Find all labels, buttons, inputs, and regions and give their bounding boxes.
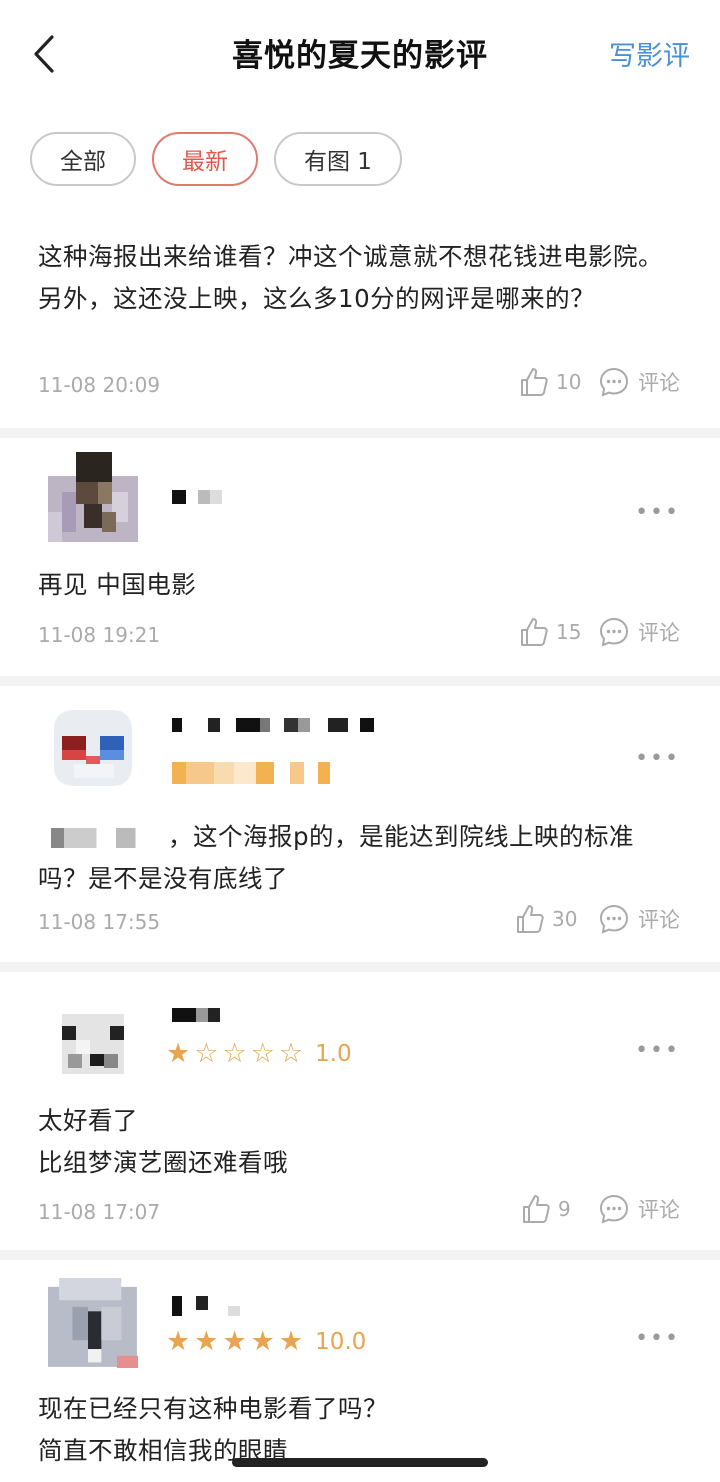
rating-value: 10.0 xyxy=(315,1328,367,1355)
top-nav-bar: 喜悦的夏天的影评 写影评 xyxy=(0,0,720,108)
review-card: ★ ☆ ☆ ☆ ☆ 1.0 ••• 太好看了 比组梦演艺圈还难看哦 11-08 … xyxy=(0,972,720,1250)
comment-button[interactable]: 评论 xyxy=(598,366,680,398)
like-count: 9 xyxy=(558,1197,571,1221)
like-count: 10 xyxy=(556,370,582,394)
comment-label: 评论 xyxy=(638,371,680,395)
user-badge-masked xyxy=(172,762,330,784)
user-avatar[interactable] xyxy=(48,700,138,790)
filter-tabs: 全部 最新 有图 1 xyxy=(30,132,402,186)
divider xyxy=(0,1250,720,1260)
comment-label: 评论 xyxy=(638,621,680,645)
user-avatar[interactable] xyxy=(48,992,138,1082)
like-button[interactable]: 10 xyxy=(518,366,581,398)
comment-button[interactable]: 评论 xyxy=(598,903,680,935)
star-icon: ★ xyxy=(222,1326,247,1357)
user-avatar[interactable] xyxy=(48,452,138,542)
review-card: ★ ★ ★ ★ ★ 10.0 ••• 现在已经只有这种电影看了吗？ 简直不敢相信… xyxy=(0,1260,720,1482)
review-content: ，这个海报p的，是能达到院线上映的标准吗？是不是没有底线了 xyxy=(38,822,635,893)
review-time: 11-08 19:21 xyxy=(38,623,161,647)
more-options-button[interactable]: ••• xyxy=(635,1038,680,1063)
star-rating: ★ ★ ★ ★ ★ 10.0 xyxy=(166,1328,366,1355)
review-card: 这种海报出来给谁看？冲这个诚意就不想花钱进电影院。另外，这还没上映，这么多10分… xyxy=(0,200,720,428)
comment-button[interactable]: 评论 xyxy=(598,616,680,648)
review-time: 11-08 17:55 xyxy=(38,910,161,934)
divider xyxy=(0,962,720,972)
like-button[interactable]: 30 xyxy=(514,903,577,935)
thumbs-up-icon xyxy=(517,905,544,933)
filter-all[interactable]: 全部 xyxy=(30,132,136,186)
user-avatar[interactable] xyxy=(48,1278,138,1368)
star-icon: ☆ xyxy=(222,1038,247,1069)
comment-bubble-icon xyxy=(599,367,629,397)
username-masked xyxy=(172,718,374,738)
avatar-image xyxy=(48,700,138,790)
review-time: 11-08 20:09 xyxy=(38,373,161,397)
more-options-button[interactable]: ••• xyxy=(635,500,680,525)
like-button[interactable]: 9 xyxy=(520,1193,571,1225)
like-count: 15 xyxy=(556,620,582,644)
star-icon: ☆ xyxy=(278,1038,304,1069)
comment-button[interactable]: 评论 xyxy=(598,1193,680,1225)
review-content: 太好看了 比组梦演艺圈还难看哦 xyxy=(38,1106,288,1177)
star-icon: ★ xyxy=(278,1326,304,1357)
divider xyxy=(0,428,720,438)
comment-bubble-icon xyxy=(599,617,629,647)
mention-masked xyxy=(38,828,168,848)
username-masked xyxy=(172,1008,220,1028)
like-button[interactable]: 15 xyxy=(518,616,581,648)
username-masked xyxy=(172,1296,240,1316)
more-options-button[interactable]: ••• xyxy=(635,1326,680,1351)
avatar-image xyxy=(48,992,138,1082)
write-review-button[interactable]: 写影评 xyxy=(609,34,690,73)
avatar-image xyxy=(48,1278,138,1368)
review-content: 这种海报出来给谁看？冲这个诚意就不想花钱进电影院。另外，这还没上映，这么多10分… xyxy=(38,242,663,313)
star-icon: ★ xyxy=(166,1038,191,1069)
comment-bubble-icon xyxy=(599,904,629,934)
like-count: 30 xyxy=(552,907,578,931)
rating-value: 1.0 xyxy=(315,1040,352,1067)
review-card: ••• ，这个海报p的，是能达到院线上映的标准吗？是不是没有底线了 11-08 … xyxy=(0,686,720,962)
thumbs-up-icon xyxy=(523,1195,550,1223)
more-options-button[interactable]: ••• xyxy=(635,746,680,771)
comment-label: 评论 xyxy=(638,1198,680,1222)
username-masked xyxy=(172,490,222,510)
star-icon: ★ xyxy=(194,1326,219,1357)
comment-bubble-icon xyxy=(599,1194,629,1224)
star-icon: ☆ xyxy=(250,1038,275,1069)
star-rating: ★ ☆ ☆ ☆ ☆ 1.0 xyxy=(166,1040,352,1067)
review-card: ••• 再见 中国电影 11-08 19:21 15 评论 xyxy=(0,438,720,678)
comment-label: 评论 xyxy=(638,908,680,932)
filter-with-images[interactable]: 有图 1 xyxy=(274,132,402,186)
thumbs-up-icon xyxy=(521,368,548,396)
star-icon: ★ xyxy=(250,1326,275,1357)
home-indicator[interactable] xyxy=(232,1458,488,1467)
filter-latest[interactable]: 最新 xyxy=(152,132,258,186)
review-content: 再见 中国电影 xyxy=(38,570,197,599)
divider xyxy=(0,676,720,686)
star-icon: ☆ xyxy=(194,1038,219,1069)
review-time: 11-08 17:07 xyxy=(38,1200,161,1224)
avatar-image xyxy=(48,452,138,542)
star-icon: ★ xyxy=(166,1326,191,1357)
thumbs-up-icon xyxy=(521,618,548,646)
